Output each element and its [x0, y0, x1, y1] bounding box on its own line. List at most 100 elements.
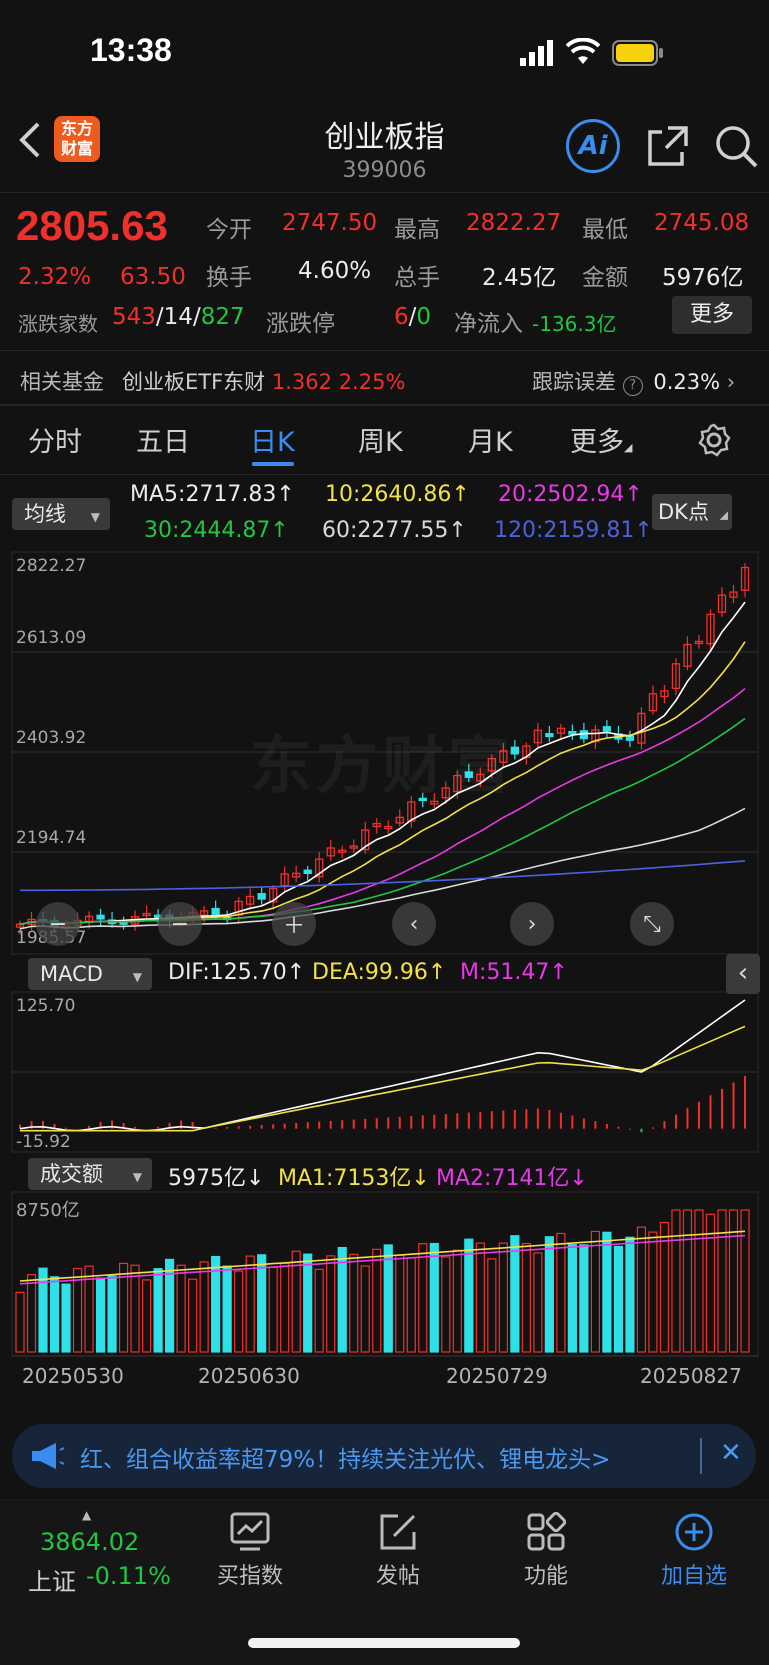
volume-bar [38, 1267, 48, 1353]
macd-y-bottom: -15.92 [16, 1132, 71, 1152]
volume-bar [636, 1226, 647, 1353]
candle-body [545, 733, 554, 738]
volume-latest: 5975亿↓ [168, 1166, 265, 1191]
volume-bar [418, 1243, 428, 1353]
volume-bar [464, 1238, 474, 1353]
kline-y-label: 2194.74 [16, 828, 87, 848]
chart-icon [200, 1510, 300, 1554]
macd-m: M:51.47↑ [460, 960, 568, 985]
candle-body [303, 869, 312, 875]
candle-body [579, 730, 589, 740]
banner-text: 红、组合收益率超79%！持续关注光伏、锂电龙头> [80, 1447, 611, 1473]
volume-bar [625, 1236, 635, 1353]
volume-bar [498, 1242, 508, 1353]
volume-bar [441, 1256, 451, 1353]
home-indicator [248, 1638, 520, 1648]
volume-bar [280, 1262, 290, 1353]
volume-bar [176, 1264, 186, 1353]
volume-bar [659, 1221, 670, 1353]
volume-bar [648, 1231, 658, 1353]
candle-body [257, 893, 266, 900]
volume-bar [395, 1254, 405, 1353]
ma120-line [20, 860, 746, 892]
x-axis-label: 20250630 [198, 1364, 300, 1388]
volume-bar [521, 1242, 531, 1353]
scroll-right-button[interactable]: › [510, 902, 554, 946]
volume-bar [314, 1268, 324, 1353]
volume-bar [72, 1267, 83, 1353]
promo-banner[interactable]: 红、组合收益率超79%！持续关注光伏、锂电龙头> ✕ [12, 1424, 756, 1488]
volume-bar [188, 1278, 198, 1353]
volume-bar [49, 1276, 60, 1353]
volume-bar [153, 1268, 163, 1353]
volume-bar [533, 1252, 543, 1353]
volume-bar [590, 1230, 600, 1353]
zoom-out-button[interactable]: − [36, 902, 80, 946]
volume-bar [61, 1283, 71, 1353]
add-watchlist-button[interactable]: 加自选 [644, 1510, 744, 1590]
candle-body [602, 726, 612, 732]
post-button[interactable]: 发帖 [348, 1510, 448, 1590]
features-button[interactable]: 功能 [496, 1510, 596, 1590]
megaphone-icon [30, 1442, 66, 1474]
volume-bar [510, 1235, 520, 1353]
volume-bar [717, 1209, 727, 1353]
x-axis-label: 20250729 [446, 1364, 548, 1388]
volume-bar [429, 1242, 439, 1353]
macd-dea: DEA:99.96↑ [312, 960, 447, 985]
volume-bar [245, 1255, 255, 1353]
zoom-in-button[interactable]: ＋ [272, 902, 316, 946]
candle-body [568, 730, 577, 735]
volume-bar [694, 1209, 704, 1353]
volume-bar [349, 1253, 359, 1353]
volume-bar [222, 1265, 232, 1353]
x-axis-label: 20250530 [22, 1364, 124, 1388]
candle-body [625, 735, 635, 741]
volume-bar [682, 1209, 693, 1353]
grid-icon [496, 1510, 596, 1554]
volume-bar [579, 1244, 589, 1353]
macd-dif: DIF:125.70↑ [168, 960, 306, 985]
scroll-left-button[interactable]: ‹ [392, 902, 436, 946]
candle-body [96, 914, 105, 920]
volume-select[interactable]: 成交额 ▼ [28, 1158, 152, 1190]
volume-bar [602, 1231, 612, 1353]
volume-bar [360, 1265, 370, 1353]
volume-bar [130, 1264, 140, 1353]
volume-bar [107, 1275, 117, 1353]
x-axis-label: 20250827 [640, 1364, 742, 1388]
volume-bar [15, 1291, 25, 1353]
index-change[interactable]: -0.11% [86, 1562, 171, 1590]
index-up-arrow: ▲ [82, 1508, 92, 1522]
volume-bar [544, 1236, 554, 1353]
volume-ma1: MA1:7153亿↓ [278, 1166, 430, 1191]
buy-index-button[interactable]: 买指数 [200, 1510, 300, 1590]
kline-y-label: 2613.09 [16, 628, 87, 648]
close-icon[interactable]: ✕ [720, 1438, 742, 1468]
index-price[interactable]: 3864.02 [40, 1528, 139, 1556]
collapse-button[interactable]: ‹ [726, 954, 760, 994]
index-name[interactable]: 上证 [28, 1562, 76, 1597]
watermark: 东方财富 [250, 729, 515, 802]
volume-bar [141, 1279, 152, 1353]
fullscreen-button[interactable]: ⤡ [630, 902, 674, 946]
kline-y-label: 2822.27 [16, 556, 87, 576]
kline-y-label: 2403.92 [16, 728, 87, 748]
zoom-in-button-left[interactable]: − [158, 902, 202, 946]
volume-ma2: MA2:7141亿↓ [436, 1166, 588, 1191]
dea-line [20, 1025, 746, 1132]
volume-bar [234, 1270, 244, 1353]
candle-body [211, 907, 220, 916]
volume-bar [326, 1255, 336, 1353]
volume-bar [303, 1253, 313, 1353]
volume-bar [199, 1261, 209, 1353]
edit-icon [348, 1510, 448, 1554]
volume-bar [567, 1244, 577, 1353]
volume-bar [95, 1277, 106, 1353]
macd-select[interactable]: MACD ▼ [28, 958, 152, 990]
volume-ma1-line [19, 1230, 746, 1282]
kline-chart[interactable] [0, 0, 769, 1420]
volume-bar [406, 1257, 416, 1353]
volume-bar [487, 1258, 497, 1353]
volume-bar [556, 1232, 566, 1353]
